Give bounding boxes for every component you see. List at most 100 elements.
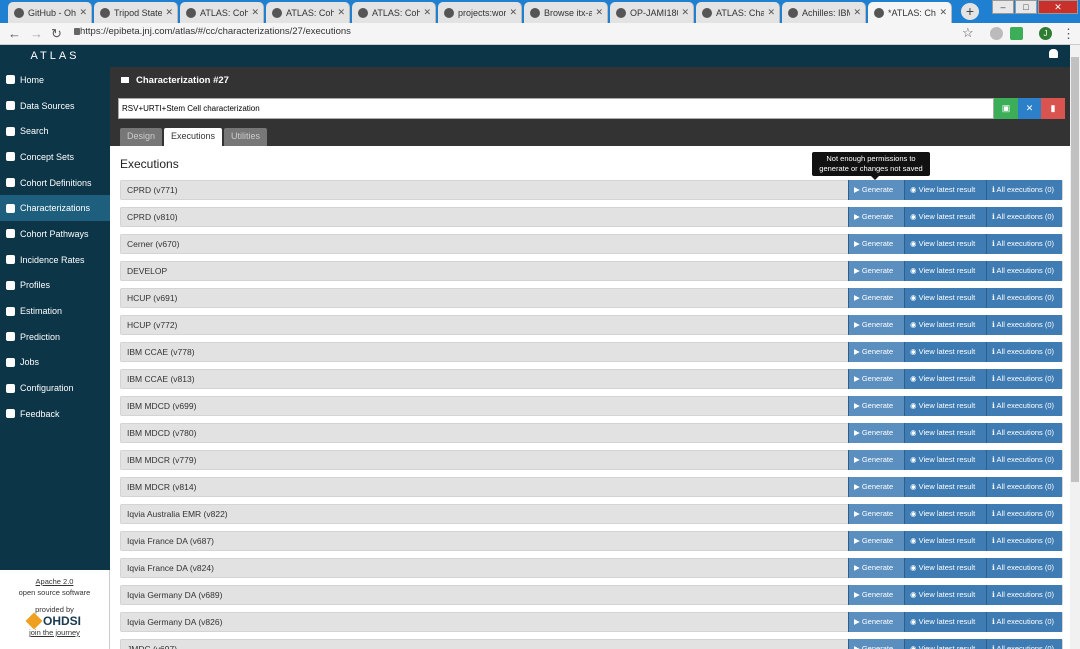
sidebar-item-incidence-rates[interactable]: Incidence Rates (0, 247, 110, 273)
view-latest-result-button[interactable]: ◉ View latest result (904, 207, 986, 227)
view-latest-result-button[interactable]: ◉ View latest result (904, 396, 986, 416)
generate-button[interactable]: ▶ Generate (848, 639, 904, 649)
delete-button[interactable]: ▮ (1041, 98, 1065, 119)
tab-close-icon[interactable]: ✕ (251, 7, 259, 18)
tab-close-icon[interactable]: ✕ (79, 7, 87, 18)
sidebar-item-home[interactable]: Home (0, 67, 110, 93)
generate-button[interactable]: ▶ Generate (848, 585, 904, 605)
browser-tab[interactable]: ATLAS: Coho✕ (352, 2, 436, 23)
back-icon[interactable]: ← (8, 26, 21, 41)
url-field[interactable]: https://epibeta.jnj.com/atlas/#/cc/chara… (80, 26, 351, 37)
view-latest-result-button[interactable]: ◉ View latest result (904, 288, 986, 308)
scrollbar[interactable] (1070, 45, 1080, 649)
view-latest-result-button[interactable]: ◉ View latest result (904, 369, 986, 389)
bookmark-star-icon[interactable]: ☆ (962, 25, 974, 41)
generate-button[interactable]: ▶ Generate (848, 477, 904, 497)
all-executions-button[interactable]: ℹ All executions (0) (986, 504, 1062, 524)
tab-close-icon[interactable]: ✕ (509, 7, 517, 18)
view-latest-result-button[interactable]: ◉ View latest result (904, 342, 986, 362)
view-latest-result-button[interactable]: ◉ View latest result (904, 531, 986, 551)
tab-close-icon[interactable]: ✕ (423, 7, 431, 18)
profile-avatar[interactable]: J (1039, 27, 1052, 40)
sidebar-item-profiles[interactable]: Profiles (0, 273, 110, 299)
generate-button[interactable]: ▶ Generate (848, 315, 904, 335)
ohdsi-logo[interactable]: OHDSI (0, 612, 109, 630)
sidebar-item-data-sources[interactable]: Data Sources (0, 93, 110, 119)
generate-button[interactable]: ▶ Generate (848, 369, 904, 389)
all-executions-button[interactable]: ℹ All executions (0) (986, 585, 1062, 605)
browser-tab[interactable]: ATLAS: Coho✕ (180, 2, 264, 23)
sidebar-item-prediction[interactable]: Prediction (0, 324, 110, 350)
view-latest-result-button[interactable]: ◉ View latest result (904, 504, 986, 524)
tab-close-icon[interactable]: ✕ (337, 7, 345, 18)
browser-tab[interactable]: ATLAS: Chara✕ (696, 2, 780, 23)
save-button[interactable]: ▣ (994, 98, 1018, 119)
generate-button[interactable]: ▶ Generate (848, 612, 904, 632)
generate-button[interactable]: ▶ Generate (848, 288, 904, 308)
tab-utilities[interactable]: Utilities (224, 128, 268, 146)
view-latest-result-button[interactable]: ◉ View latest result (904, 423, 986, 443)
tab-close-icon[interactable]: ✕ (853, 7, 861, 18)
sidebar-item-concept-sets[interactable]: Concept Sets (0, 144, 110, 170)
all-executions-button[interactable]: ℹ All executions (0) (986, 180, 1062, 200)
generate-button[interactable]: ▶ Generate (848, 261, 904, 281)
sidebar-item-characterizations[interactable]: Characterizations (0, 195, 110, 222)
view-latest-result-button[interactable]: ◉ View latest result (904, 315, 986, 335)
close-button[interactable]: ✕ (1018, 98, 1041, 119)
all-executions-button[interactable]: ℹ All executions (0) (986, 450, 1062, 470)
sidebar-item-feedback[interactable]: Feedback (0, 401, 110, 427)
generate-button[interactable]: ▶ Generate (848, 423, 904, 443)
browser-tab[interactable]: Tripod Staten ✕ (94, 2, 178, 23)
minimize-button[interactable]: – (992, 0, 1014, 14)
all-executions-button[interactable]: ℹ All executions (0) (986, 423, 1062, 443)
maximize-button[interactable]: □ (1015, 0, 1037, 14)
browser-tab[interactable]: ATLAS: Coho✕ (266, 2, 350, 23)
all-executions-button[interactable]: ℹ All executions (0) (986, 207, 1062, 227)
all-executions-button[interactable]: ℹ All executions (0) (986, 342, 1062, 362)
tab-close-icon[interactable]: ✕ (595, 7, 603, 18)
all-executions-button[interactable]: ℹ All executions (0) (986, 639, 1062, 649)
window-close-button[interactable]: ✕ (1038, 0, 1078, 14)
all-executions-button[interactable]: ℹ All executions (0) (986, 288, 1062, 308)
forward-icon[interactable]: → (30, 26, 43, 41)
browser-tab[interactable]: Achilles: IBM ✕ (782, 2, 866, 23)
extension-green-icon[interactable] (1010, 27, 1023, 40)
tab-close-icon[interactable]: ✕ (165, 7, 173, 18)
view-latest-result-button[interactable]: ◉ View latest result (904, 477, 986, 497)
sidebar-item-jobs[interactable]: Jobs (0, 350, 110, 376)
tab-close-icon[interactable]: ✕ (681, 7, 689, 18)
license-link[interactable]: Apache 2.0 (36, 577, 74, 586)
all-executions-button[interactable]: ℹ All executions (0) (986, 234, 1062, 254)
sidebar-item-estimation[interactable]: Estimation (0, 298, 110, 324)
view-latest-result-button[interactable]: ◉ View latest result (904, 180, 986, 200)
view-latest-result-button[interactable]: ◉ View latest result (904, 261, 986, 281)
generate-button[interactable]: ▶ Generate (848, 207, 904, 227)
generate-button[interactable]: ▶ Generate (848, 180, 904, 200)
reload-icon[interactable]: ↻ (51, 26, 62, 42)
browser-tab[interactable]: projects:work ✕ (438, 2, 522, 23)
all-executions-button[interactable]: ℹ All executions (0) (986, 612, 1062, 632)
characterization-name-input[interactable]: RSV+URTI+Stem Cell characterization (118, 98, 994, 119)
sidebar-item-configuration[interactable]: Configuration (0, 375, 110, 401)
menu-kebab-icon[interactable]: ⋮ (1062, 26, 1075, 42)
all-executions-button[interactable]: ℹ All executions (0) (986, 261, 1062, 281)
generate-button[interactable]: ▶ Generate (848, 531, 904, 551)
all-executions-button[interactable]: ℹ All executions (0) (986, 315, 1062, 335)
view-latest-result-button[interactable]: ◉ View latest result (904, 612, 986, 632)
browser-tab[interactable]: Browse itx-a ✕ (524, 2, 608, 23)
view-latest-result-button[interactable]: ◉ View latest result (904, 639, 986, 649)
generate-button[interactable]: ▶ Generate (848, 396, 904, 416)
generate-button[interactable]: ▶ Generate (848, 234, 904, 254)
bell-icon[interactable] (1049, 49, 1058, 58)
all-executions-button[interactable]: ℹ All executions (0) (986, 531, 1062, 551)
all-executions-button[interactable]: ℹ All executions (0) (986, 558, 1062, 578)
view-latest-result-button[interactable]: ◉ View latest result (904, 450, 986, 470)
join-link[interactable]: join the journey (29, 628, 80, 637)
browser-tab[interactable]: *ATLAS: Chara✕ (868, 2, 952, 23)
all-executions-button[interactable]: ℹ All executions (0) (986, 477, 1062, 497)
tab-executions[interactable]: Executions (164, 128, 223, 146)
browser-tab[interactable]: GitHub - Oh ✕ (8, 2, 92, 23)
sidebar-item-cohort-definitions[interactable]: Cohort Definitions (0, 170, 110, 196)
view-latest-result-button[interactable]: ◉ View latest result (904, 234, 986, 254)
view-latest-result-button[interactable]: ◉ View latest result (904, 558, 986, 578)
